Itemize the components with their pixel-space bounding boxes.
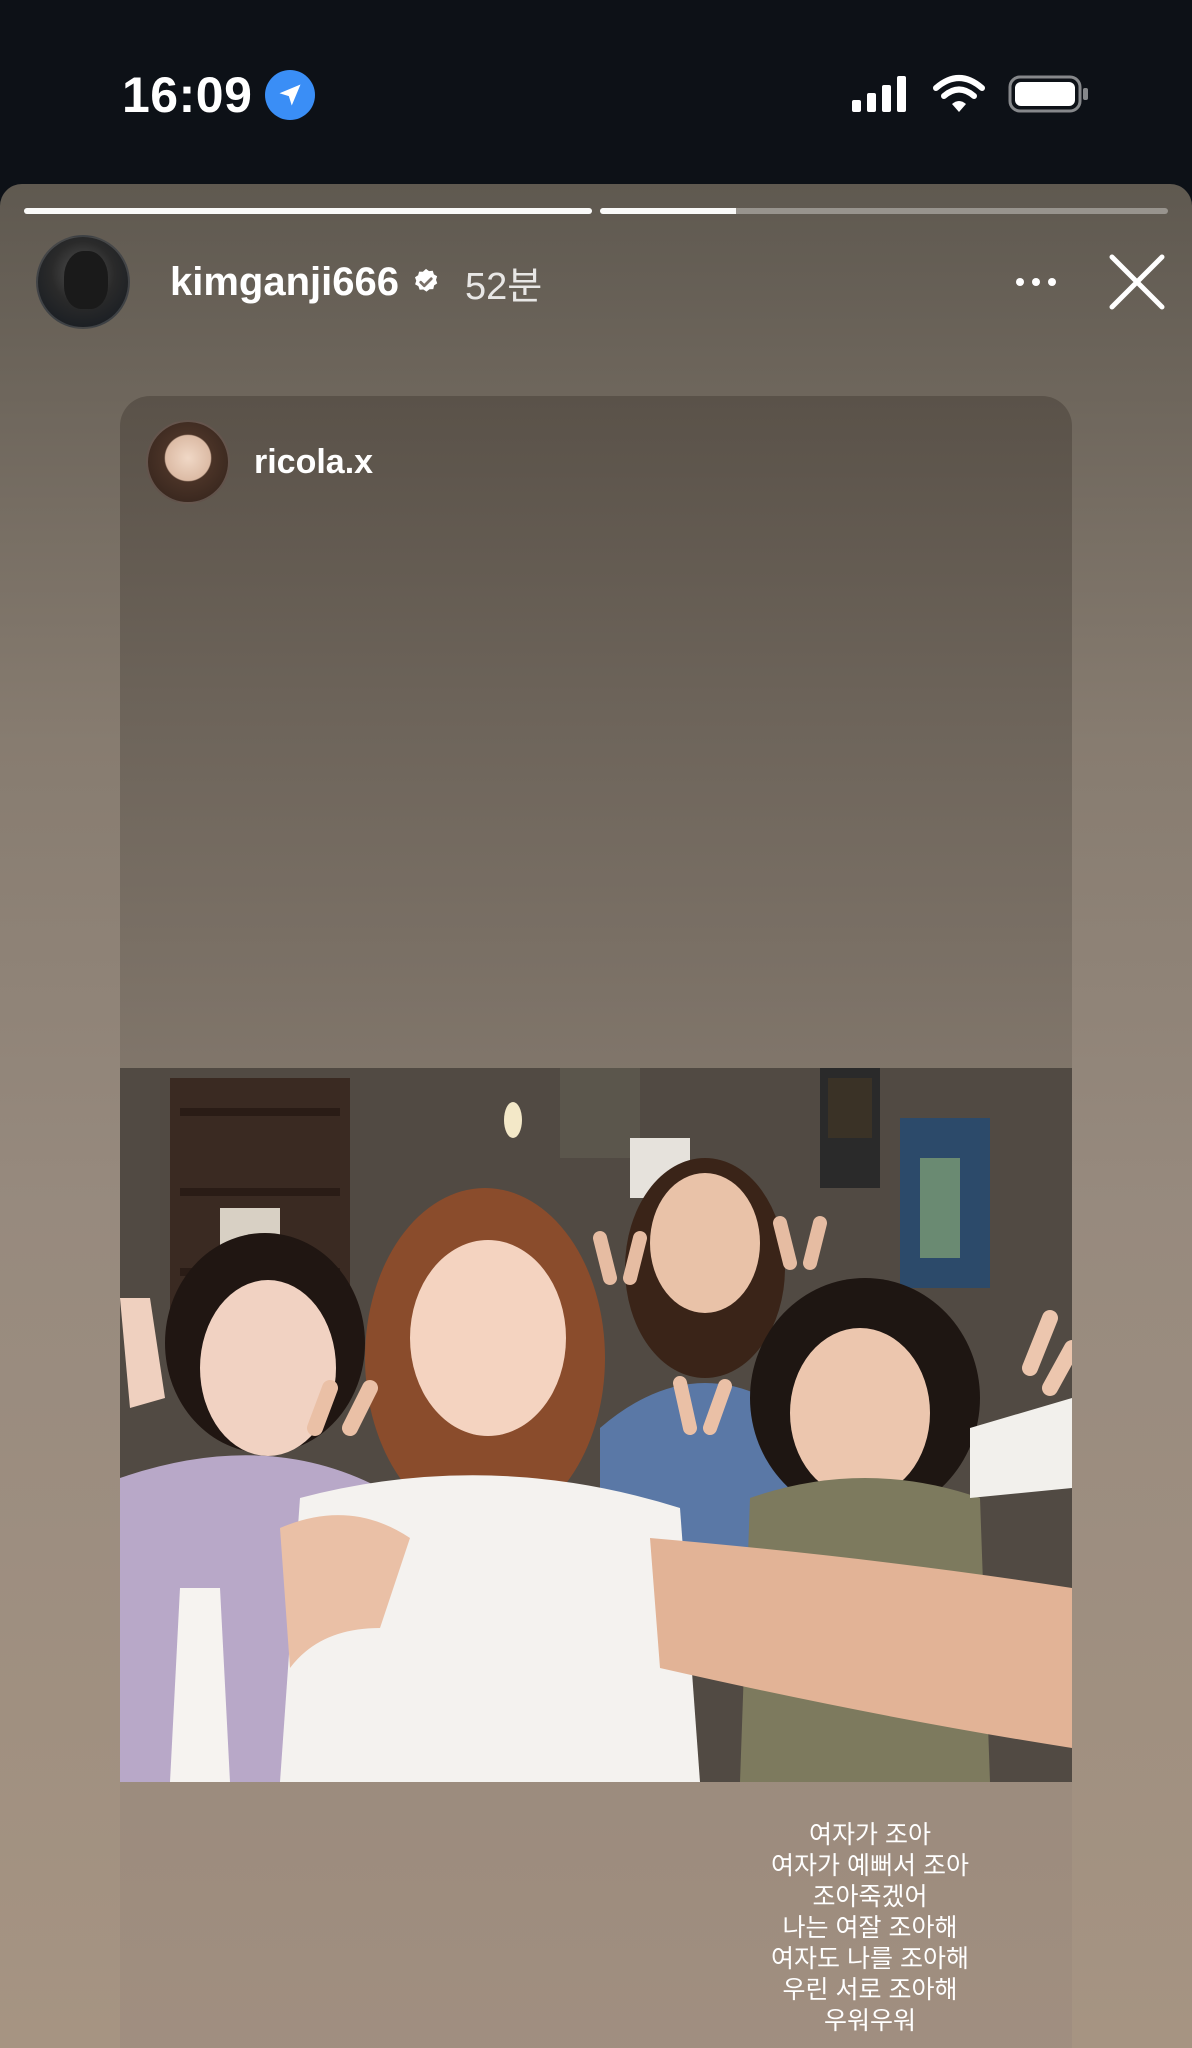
shared-post-card[interactable]: ricola.x 여자가 조아 여자가 예뻐서 조아 조아죽겠어 나는 여잘 조…: [120, 396, 1072, 2048]
progress-segment: [24, 208, 592, 214]
shared-post-username[interactable]: ricola.x: [254, 443, 373, 482]
wifi-icon: [933, 75, 985, 112]
status-time: 16:09: [122, 67, 253, 123]
group-selfie-image: [120, 1068, 1072, 1782]
shared-photo[interactable]: [120, 1068, 1072, 1782]
caption-line: 나는 여잘 조아해: [782, 1914, 958, 1942]
story-progress: [24, 208, 1168, 214]
location-arrow-icon: [265, 70, 315, 120]
caption-line: 여자가 조아: [809, 1821, 931, 1849]
avatar[interactable]: [146, 420, 230, 504]
story-time-ago: 52분: [465, 265, 543, 308]
shared-post-header[interactable]: ricola.x: [146, 420, 373, 504]
caption-line: 여자가 예뻐서 조아: [771, 1852, 969, 1880]
verified-badge-icon: [415, 268, 438, 292]
caption-line: 조아죽겠어: [812, 1883, 928, 1911]
story-username[interactable]: kimganji666: [170, 260, 399, 305]
story-header: kimganji666 52분: [36, 234, 1168, 330]
more-icon[interactable]: [1006, 262, 1066, 302]
status-bar: 16:09: [0, 0, 1192, 184]
caption-line: 여자도 나를 조아해: [771, 1945, 969, 1973]
progress-segment: [600, 208, 1168, 214]
close-icon[interactable]: [1106, 251, 1168, 313]
avatar[interactable]: [36, 235, 130, 329]
caption-line: 우워우워: [823, 2007, 916, 2035]
cellular-signal-icon: [852, 76, 906, 112]
battery-icon: [1008, 75, 1088, 113]
caption-line: 우린 서로 조아해: [782, 1976, 958, 2004]
story-viewer[interactable]: kimganji666 52분 ricola.x 여자가 조아 여자가 예뻐서 …: [0, 184, 1192, 2048]
shared-post-caption: 여자가 조아 여자가 예뻐서 조아 조아죽겠어 나는 여잘 조아해 여자도 나를…: [750, 1820, 990, 2037]
